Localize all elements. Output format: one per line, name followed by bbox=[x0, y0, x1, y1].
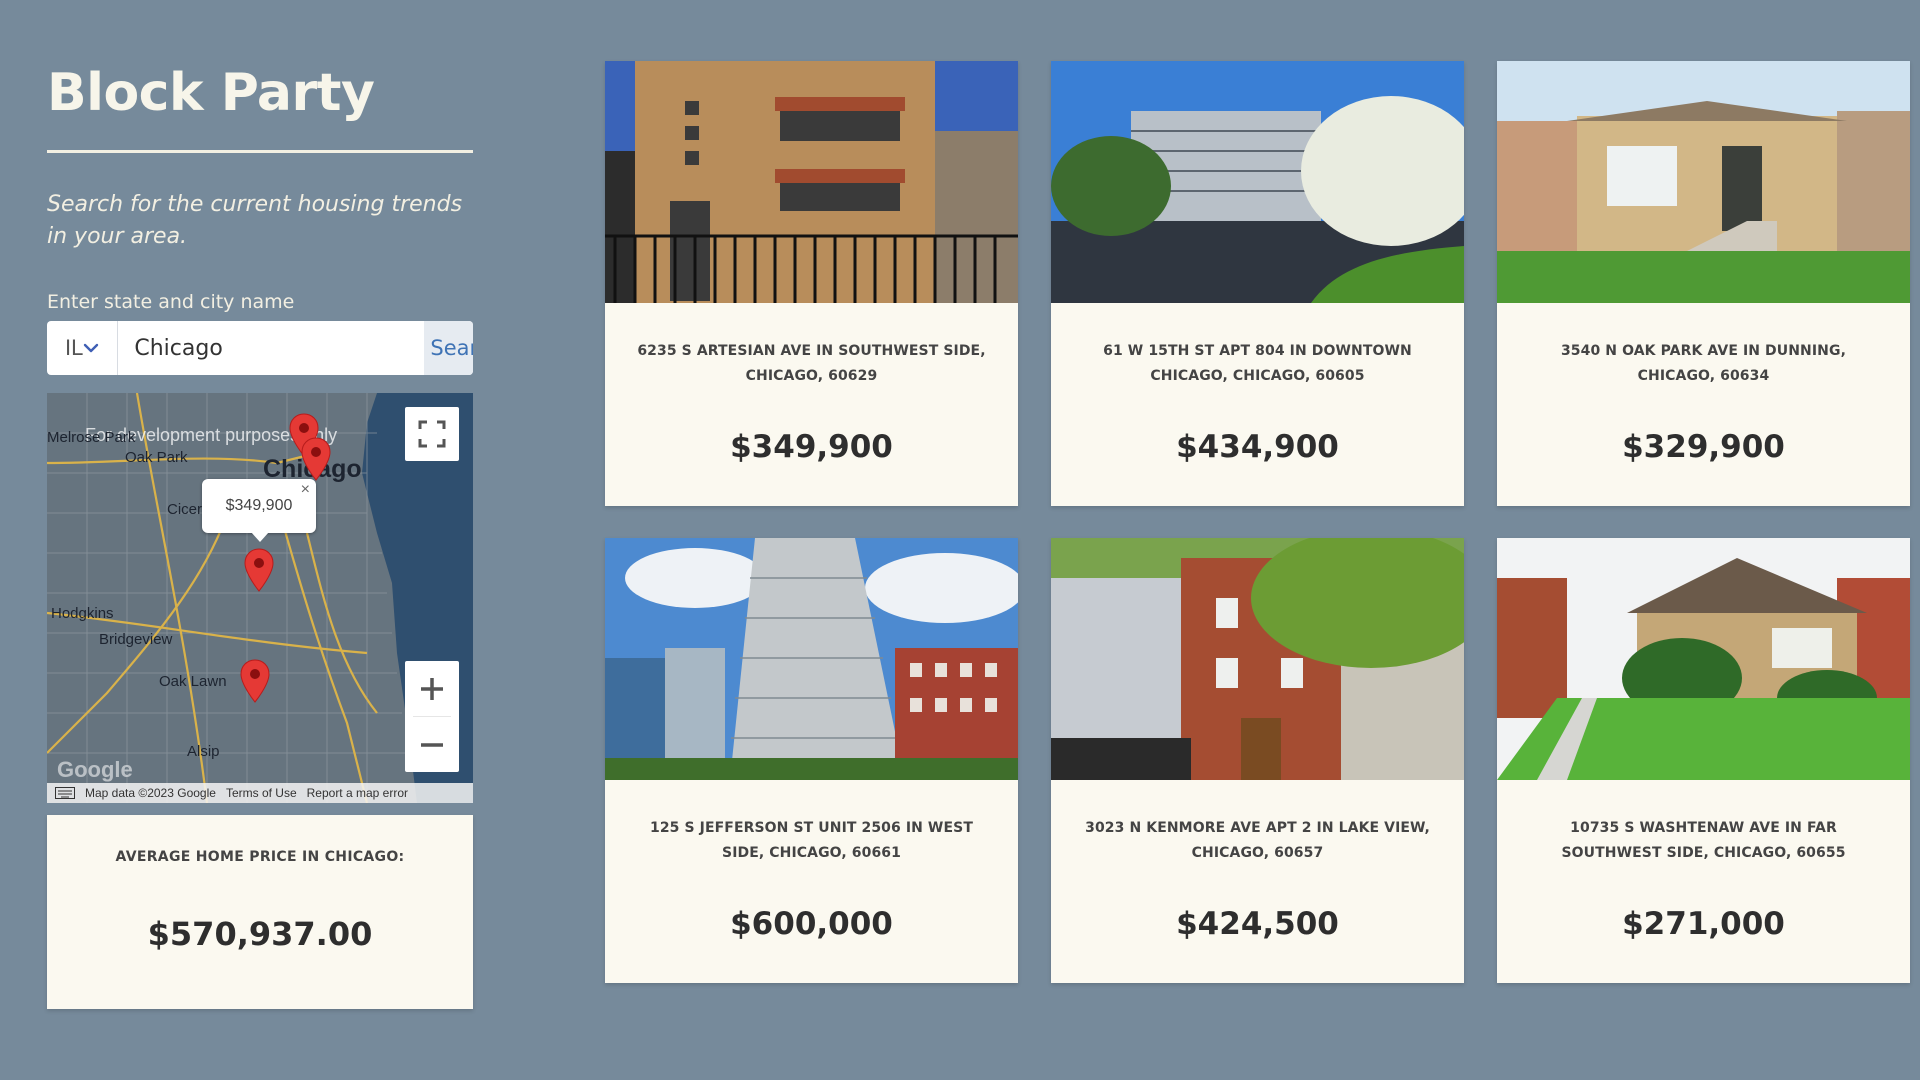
listing-photo bbox=[1051, 538, 1464, 780]
listing-price: $329,900 bbox=[1622, 429, 1785, 465]
search-label: Enter state and city name bbox=[47, 291, 295, 313]
popup-close-icon[interactable]: × bbox=[301, 481, 310, 499]
search-button[interactable]: Search bbox=[424, 321, 473, 375]
minus-icon bbox=[421, 742, 443, 747]
map-pin-icon[interactable] bbox=[244, 548, 274, 592]
title-divider bbox=[47, 150, 473, 153]
fullscreen-button[interactable] bbox=[405, 407, 459, 461]
listing-card[interactable]: 10735 S WASHTENAW AVE IN FAR SOUTHWEST S… bbox=[1497, 538, 1910, 983]
app-title: Block Party bbox=[47, 63, 375, 123]
map-data-text: Map data ©2023 Google bbox=[85, 786, 216, 800]
listing-photo bbox=[1497, 61, 1910, 303]
map-info-popup: $349,900 × bbox=[202, 479, 316, 542]
listing-address: 125 S JEFFERSON ST UNIT 2506 IN WEST SID… bbox=[650, 820, 973, 861]
report-error-link[interactable]: Report a map error bbox=[307, 786, 408, 800]
page: Block Party Search for the current housi… bbox=[0, 0, 1920, 1080]
average-price-value: $570,937.00 bbox=[147, 915, 373, 953]
google-logo: Google bbox=[57, 757, 133, 782]
map-attribution: Map data ©2023 Google Terms of Use Repor… bbox=[47, 783, 473, 803]
listing-photo bbox=[1051, 61, 1464, 303]
state-select[interactable]: IL bbox=[47, 321, 119, 375]
map-place-label: Oak Lawn bbox=[159, 673, 227, 690]
average-price-card: AVERAGE HOME PRICE IN CHICAGO: $570,937.… bbox=[47, 815, 473, 1009]
keyboard-icon[interactable] bbox=[55, 787, 75, 799]
popup-price: $349,900 bbox=[225, 497, 293, 514]
listing-address: 10735 S WASHTENAW AVE IN FAR SOUTHWEST S… bbox=[1561, 820, 1846, 861]
fullscreen-icon bbox=[418, 420, 446, 448]
listing-price: $424,500 bbox=[1176, 906, 1339, 942]
map-place-label: Hodgkins bbox=[51, 605, 114, 622]
city-input[interactable] bbox=[118, 321, 425, 375]
listing-address: 61 W 15TH ST APT 804 IN DOWNTOWN CHICAGO… bbox=[1103, 343, 1412, 384]
listing-photo bbox=[605, 538, 1018, 780]
state-value: IL bbox=[65, 335, 84, 360]
listing-price: $434,900 bbox=[1176, 429, 1339, 465]
listing-price: $600,000 bbox=[730, 906, 893, 942]
chevron-down-icon bbox=[84, 343, 99, 353]
terms-link[interactable]: Terms of Use bbox=[226, 786, 297, 800]
listing-card[interactable]: 3540 N OAK PARK AVE IN DUNNING, CHICAGO,… bbox=[1497, 61, 1910, 506]
map-place-label: Alsip bbox=[187, 743, 220, 760]
map-place-label: Melrose Park bbox=[47, 429, 136, 446]
zoom-out-button[interactable] bbox=[405, 717, 459, 772]
search-bar: IL Search bbox=[47, 321, 473, 375]
listing-card[interactable]: 61 W 15TH ST APT 804 IN DOWNTOWN CHICAGO… bbox=[1051, 61, 1464, 506]
left-panel: Block Party Search for the current housi… bbox=[47, 58, 473, 1009]
plus-icon bbox=[421, 677, 443, 700]
listing-card[interactable]: 125 S JEFFERSON ST UNIT 2506 IN WEST SID… bbox=[605, 538, 1018, 983]
listing-card[interactable]: 3023 N KENMORE AVE APT 2 IN LAKE VIEW, C… bbox=[1051, 538, 1464, 983]
listing-address: 3023 N KENMORE AVE APT 2 IN LAKE VIEW, C… bbox=[1085, 820, 1430, 861]
map-place-label: Oak Park bbox=[125, 449, 188, 466]
listing-price: $271,000 bbox=[1622, 906, 1785, 942]
map[interactable]: For development purposes only Melrose Pa… bbox=[47, 393, 473, 803]
map-pin-icon[interactable] bbox=[240, 659, 270, 703]
map-pin-icon[interactable] bbox=[301, 437, 331, 481]
listing-address: 3540 N OAK PARK AVE IN DUNNING, CHICAGO,… bbox=[1560, 343, 1847, 384]
listing-price: $349,900 bbox=[730, 429, 893, 465]
zoom-control bbox=[405, 661, 459, 772]
zoom-in-button[interactable] bbox=[405, 661, 459, 716]
listing-photo bbox=[1497, 538, 1910, 780]
tagline: Search for the current housing trends in… bbox=[47, 192, 463, 249]
listing-photo bbox=[605, 61, 1018, 303]
listing-card[interactable]: 6235 S ARTESIAN AVE IN SOUTHWEST SIDE, C… bbox=[605, 61, 1018, 506]
listing-address: 6235 S ARTESIAN AVE IN SOUTHWEST SIDE, C… bbox=[637, 343, 986, 384]
average-price-label: AVERAGE HOME PRICE IN CHICAGO: bbox=[115, 849, 405, 865]
map-place-label: Bridgeview bbox=[99, 631, 173, 648]
